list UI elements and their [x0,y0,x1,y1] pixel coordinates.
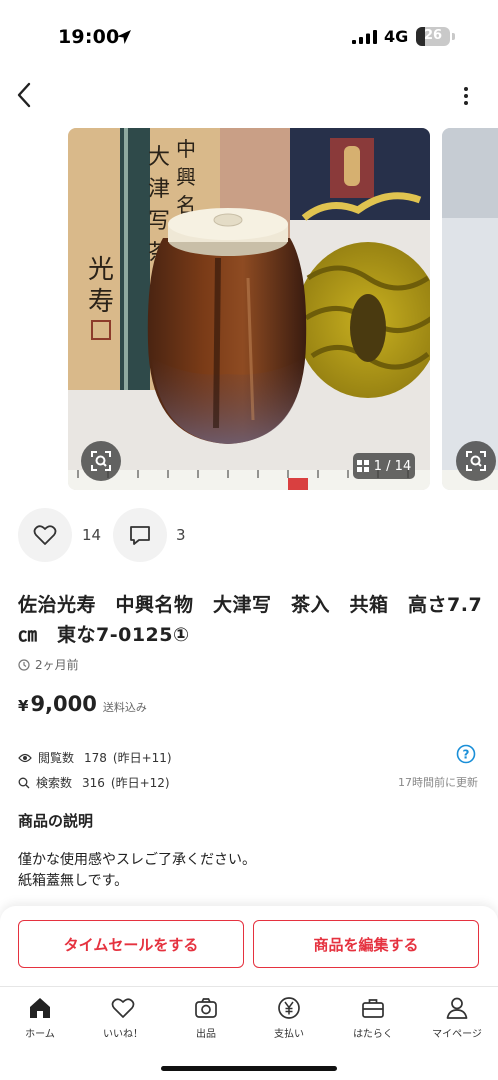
camera-icon [195,998,217,1018]
more-options-button[interactable] [456,83,476,109]
clock-icon [18,658,30,671]
action-bar: タイムセールをする 商品を編集する [0,906,498,986]
views-label: 閲覧数 [38,751,75,765]
edit-item-button[interactable]: 商品を編集する [253,920,479,968]
yen-icon [278,997,300,1019]
help-icon[interactable]: ? [456,744,476,764]
description-line: 僅かな使用感やスレご了承ください。 [18,852,256,868]
heart-icon [111,998,135,1018]
zoom-button-next[interactable] [456,441,496,481]
more-vertical-icon [464,87,468,91]
scan-search-icon [91,451,111,471]
product-photo[interactable]: 光 寿 中 興 名 大 津 写 茶 [68,128,430,490]
like-button[interactable] [18,508,72,562]
svg-text:寿: 寿 [88,287,114,317]
briefcase-icon [362,999,384,1018]
shipping-note: 送料込み [102,701,147,714]
svg-text:大: 大 [148,145,170,170]
tab-work[interactable]: はたらく [343,995,403,1040]
svg-text:?: ? [463,748,470,762]
price-value: 9,000 [30,692,97,716]
scan-search-icon [466,451,486,471]
back-button[interactable] [10,80,38,110]
home-indicator [161,1066,337,1071]
comment-count: 3 [176,526,186,544]
tab-label: 支払い [274,1029,304,1040]
status-time: 19:00 [58,26,120,48]
tab-payment[interactable]: 支払い [259,995,319,1040]
svg-text:津: 津 [148,177,170,202]
tab-sell[interactable]: 出品 [176,995,236,1040]
network-type: 4G [384,27,409,46]
description-line: 紙箱蓋無しです。 [18,873,129,889]
location-arrow-icon [117,30,131,44]
svg-text:中: 中 [176,137,196,161]
zoom-button[interactable] [81,441,121,481]
posted-time: 2ヶ月前 [18,656,79,673]
person-icon [446,997,468,1019]
svg-text:写: 写 [148,209,170,234]
comment-button[interactable] [113,508,167,562]
tea-caddy-photo: 光 寿 中 興 名 大 津 写 茶 [68,128,430,490]
tab-label: ホーム [25,1029,55,1040]
tab-mypage[interactable]: マイページ [427,995,487,1040]
image-counter: 1 / 14 [353,453,415,479]
chevron-left-icon [17,82,31,108]
views-count: 178 [84,750,107,765]
description-heading: 商品の説明 [18,812,94,830]
tab-label: 出品 [196,1029,216,1040]
grid-icon [356,460,369,472]
searches-count: 316 [82,775,105,790]
status-bar: 19:00 4G 26 [0,0,498,72]
views-stat: 閲覧数 178 (昨日+11) [18,749,172,766]
tab-label: マイページ [432,1029,482,1040]
battery-icon: 26 [416,27,450,46]
stats-updated: 17時間前に更新 [398,776,478,789]
searches-stat: 検索数 316 (昨日+12) [18,774,170,791]
tab-label: いいね！ [103,1029,143,1040]
tab-home[interactable]: ホーム [10,995,70,1040]
item-title: 佐治光寿 中興名物 大津写 茶入 共箱 高さ7.7㎝ 東な7-0125① [18,594,483,646]
price-currency: ¥ [18,697,29,715]
image-counter-text: 1 / 14 [373,458,412,474]
signal-icon [352,30,377,44]
like-count: 14 [82,526,102,544]
tab-label: はたらく [353,1029,393,1040]
heart-icon [33,525,57,545]
svg-text:光: 光 [88,255,114,285]
searches-label: 検索数 [36,776,73,790]
home-icon [30,998,50,1018]
views-delta: (昨日+11) [112,751,172,765]
image-carousel[interactable]: 光 寿 中 興 名 大 津 写 茶 [0,128,498,490]
search-icon [18,777,30,788]
eye-icon [18,753,32,762]
time-sale-button[interactable]: タイムセールをする [18,920,244,968]
searches-delta: (昨日+12) [110,776,170,790]
tab-likes[interactable]: いいね！ [93,995,153,1040]
next-product-photo[interactable] [442,128,498,490]
battery-level: 26 [423,28,443,43]
comment-icon [130,526,150,545]
price: ¥ 9,000 送料込み [18,692,147,716]
svg-text:興: 興 [176,165,196,189]
posted-time-text: 2ヶ月前 [35,658,79,672]
